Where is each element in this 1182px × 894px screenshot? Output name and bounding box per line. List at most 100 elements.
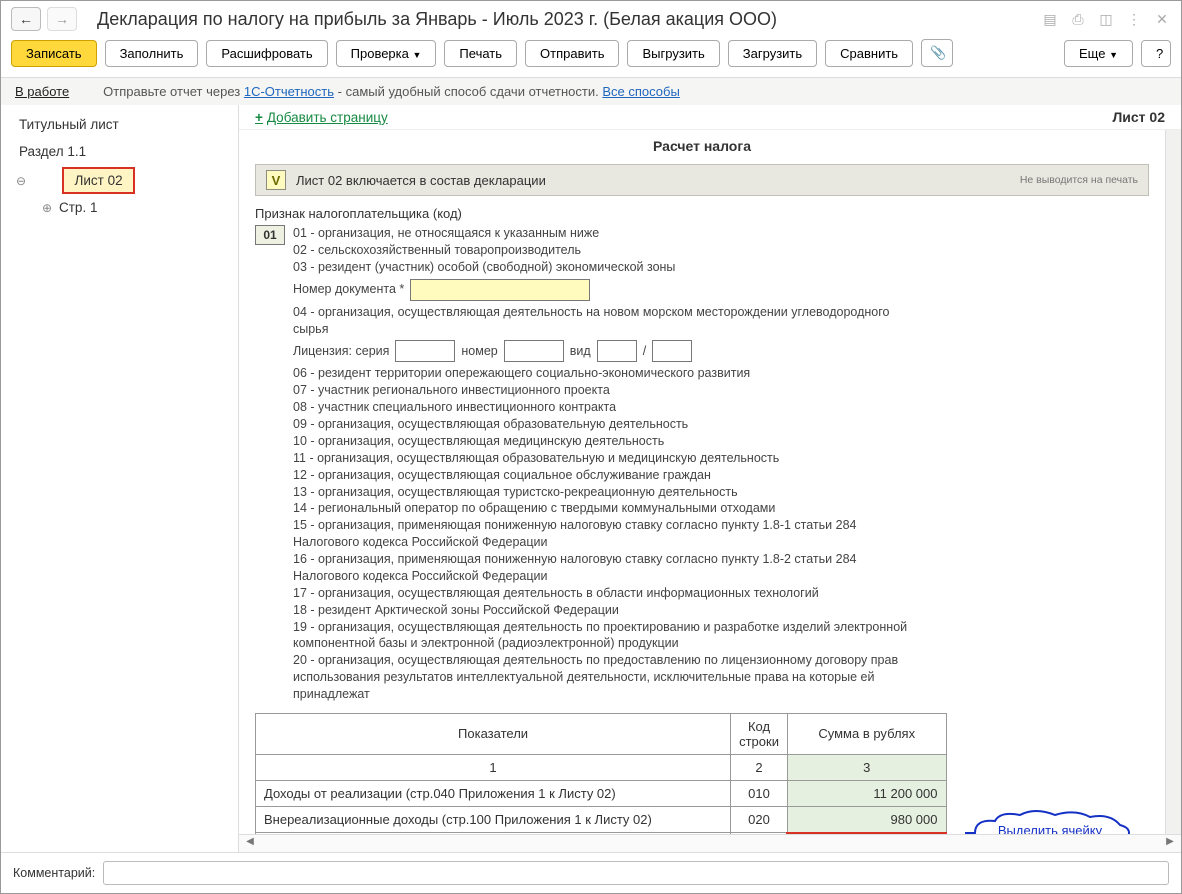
code-17: 17 - организация, осуществляющая деятель… [293,585,913,602]
code-10: 10 - организация, осуществляющая медицин… [293,433,913,450]
code-13: 13 - организация, осуществляющая туристс… [293,484,913,501]
horizontal-scrollbar[interactable]: ◀ ▶ [239,834,1181,852]
close-icon[interactable]: ✕ [1153,11,1171,28]
table-subheader: 1 2 3 [256,754,947,780]
code-20: 20 - организация, осуществляющая деятель… [293,652,913,703]
sidebar-item-title-sheet[interactable]: Титульный лист [1,111,238,138]
docnum-label: Номер документа * [293,281,404,298]
add-page-link[interactable]: + Добавить страницу [255,110,388,125]
menu-icon[interactable]: ⋮ [1125,11,1143,28]
code-16: 16 - организация, применяющая пониженную… [293,551,913,585]
scroll-left-icon[interactable]: ◀ [243,836,257,847]
table-row: Внереализационные доходы (стр.100 Прилож… [256,806,947,833]
license-num-label: номер [461,343,497,360]
decode-button[interactable]: Расшифровать [206,40,327,67]
callout-cloud: Выделить ячейку [965,809,1135,834]
print-button[interactable]: Печать [444,40,517,67]
table-row: Доходы от реализации (стр.040 Приложения… [256,780,947,806]
th-sum: Сумма в рублях [787,713,946,754]
fill-button[interactable]: Заполнить [105,40,199,67]
comment-input[interactable] [103,861,1169,885]
table-wrapper: Показатели Код строки Сумма в рублях 1 2… [255,713,1149,834]
codes-list: 01 - организация, не относящаяся к указа… [293,225,913,703]
sheet-label: Лист 02 [1112,109,1165,125]
noprint-label: Не выводится на печать [1020,174,1138,186]
code-09: 09 - организация, осуществляющая образов… [293,416,913,433]
chevron-down-icon: ▼ [413,50,422,60]
chevron-down-icon: ▼ [1109,50,1118,60]
main-panel: + Добавить страницу Лист 02 Расчет налог… [239,105,1181,852]
code-11: 11 - организация, осуществляющая образов… [293,450,913,467]
collapse-icon[interactable]: ⊖ [15,174,27,188]
expand-icon[interactable]: ⊕ [41,201,53,215]
code-08: 08 - участник специального инвестиционно… [293,399,913,416]
taxpayer-code-input[interactable]: 01 [255,225,285,245]
status-label[interactable]: В работе [15,84,69,99]
export-button[interactable]: Выгрузить [627,40,719,67]
link-1c[interactable]: 1С-Отчетность [244,84,334,99]
vertical-scrollbar[interactable] [1165,130,1181,834]
table-header: Показатели Код строки Сумма в рублях [256,713,947,754]
check-button[interactable]: Проверка ▼ [336,40,437,67]
code-06: 06 - резидент территории опережающего со… [293,365,913,382]
th-indicators: Показатели [256,713,731,754]
sheet-scroll[interactable]: Расчет налога V Лист 02 включается в сос… [239,130,1165,834]
code-02: 02 - сельскохозяйственный товаропроизвод… [293,242,913,259]
sidebar-item-sheet-02[interactable]: Лист 02 [62,167,134,194]
toolbar: Записать Заполнить Расшифровать Проверка… [1,33,1181,78]
license-label: Лицензия: серия [293,343,389,360]
sidebar-item-section-11[interactable]: Раздел 1.1 [1,138,238,165]
import-button[interactable]: Загрузить [728,40,817,67]
save-button[interactable]: Записать [11,40,97,67]
sum-cell-010[interactable]: 11 200 000 [787,780,946,806]
footer: Комментарий: [1,852,1181,893]
scroll-right-icon[interactable]: ▶ [1163,836,1177,847]
include-bar: V Лист 02 включается в состав декларации… [255,164,1149,196]
comment-label: Комментарий: [13,866,95,880]
code-01: 01 - организация, не относящаяся к указа… [293,225,913,242]
license-type2-input[interactable] [652,340,692,362]
nav-back-button[interactable]: ← [11,7,41,31]
sidebar-item-page-1[interactable]: Стр. 1 [59,200,97,215]
code-03: 03 - резидент (участник) особой (свободн… [293,259,913,276]
link-all[interactable]: Все способы [602,84,679,99]
title-icons: ▤ ⎙ ◫ ⋮ ✕ [1041,11,1171,28]
help-button[interactable]: ? [1141,40,1171,67]
compare-button[interactable]: Сравнить [825,40,913,67]
nav-forward-button[interactable]: → [47,7,77,31]
window: ← → Декларация по налогу на прибыль за Я… [0,0,1182,894]
infobar: В работе Отправьте отчет через 1С-Отчетн… [1,78,1181,105]
license-number-input[interactable] [504,340,564,362]
docnum-input[interactable] [410,279,590,301]
sidebar: Титульный лист Раздел 1.1 ⊖ Лист 02 ⊕ Ст… [1,105,239,852]
license-series-input[interactable] [395,340,455,362]
code-15: 15 - организация, применяющая пониженную… [293,517,913,551]
license-type-label: вид [570,343,591,360]
code-18: 18 - резидент Арктической зоны Российско… [293,602,913,619]
info-text: Отправьте отчет через 1С-Отчетность - са… [103,84,680,99]
taxpayer-label: Признак налогоплательщика (код) [255,206,1149,221]
code-07: 07 - участник регионального инвестиционн… [293,382,913,399]
attach-button[interactable]: 📎 [921,39,953,67]
main-top-bar: + Добавить страницу Лист 02 [239,105,1181,130]
include-checkbox[interactable]: V [266,170,286,190]
titlebar: ← → Декларация по налогу на прибыль за Я… [1,1,1181,33]
codes-block: 01 01 - организация, не относящаяся к ук… [255,225,1149,703]
preview-icon[interactable]: ◫ [1097,11,1115,28]
plus-icon: + [255,110,263,125]
window-title: Декларация по налогу на прибыль за Январ… [97,9,1035,30]
code-12: 12 - организация, осуществляющая социаль… [293,467,913,484]
callout-text: Выделить ячейку [965,823,1135,834]
more-button[interactable]: Еще ▼ [1064,40,1133,67]
print-icon[interactable]: ⎙ [1069,11,1087,28]
include-text: Лист 02 включается в состав декларации [296,173,546,188]
save-file-icon[interactable]: ▤ [1041,11,1059,28]
send-button[interactable]: Отправить [525,40,619,67]
license-type-input[interactable] [597,340,637,362]
code-04: 04 - организация, осуществляющая деятель… [293,304,913,338]
calc-table: Показатели Код строки Сумма в рублях 1 2… [255,713,947,834]
sum-cell-020[interactable]: 980 000 [787,806,946,833]
th-linecode: Код строки [731,713,788,754]
sheet-title: Расчет налога [255,138,1149,154]
code-14: 14 - региональный оператор по обращению … [293,500,913,517]
